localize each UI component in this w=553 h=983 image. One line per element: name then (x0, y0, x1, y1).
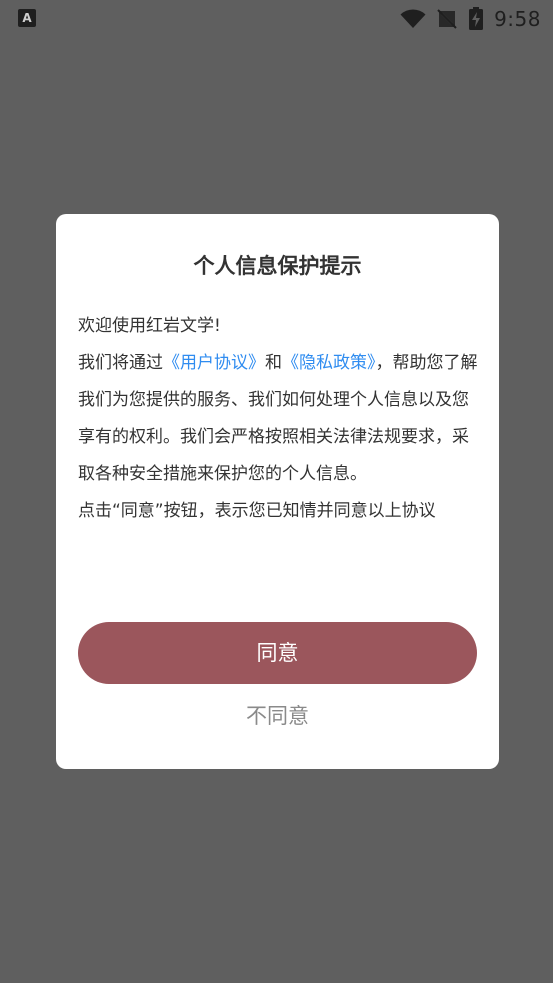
agree-button[interactable]: 同意 (78, 622, 477, 684)
welcome-text: 欢迎使用红岩文学! (78, 316, 221, 336)
disagree-button[interactable]: 不同意 (56, 698, 499, 734)
agreement-paragraph: 我们将通过《用户协议》和《隐私政策》，帮助您了解我们为您提供的服务、我们如何处理… (78, 345, 478, 493)
privacy-policy-link[interactable]: 《隐私政策》 (282, 353, 376, 373)
and-text: 和 (265, 353, 282, 373)
dialog-body: 欢迎使用红岩文学! 我们将通过《用户协议》和《隐私政策》，帮助您了解我们为您提供… (78, 308, 478, 530)
dialog-title: 个人信息保护提示 (193, 254, 362, 278)
battery-charging-icon (468, 7, 484, 31)
user-agreement-link[interactable]: 《用户协议》 (163, 353, 265, 373)
paragraph-prefix: 我们将通过 (78, 353, 163, 373)
privacy-dialog: 个人信息保护提示 欢迎使用红岩文学! 我们将通过《用户协议》和《隐私政策》，帮助… (56, 214, 499, 769)
status-bar: A 9:58 (0, 0, 553, 38)
no-signal-icon (436, 8, 458, 30)
consent-paragraph: 点击“同意”按钮，表示您已知情并同意以上协议 (78, 501, 436, 521)
wifi-icon (400, 9, 426, 29)
status-icons: 9:58 (400, 5, 541, 33)
status-time: 9:58 (494, 7, 541, 31)
accessibility-app-icon: A (18, 9, 36, 27)
